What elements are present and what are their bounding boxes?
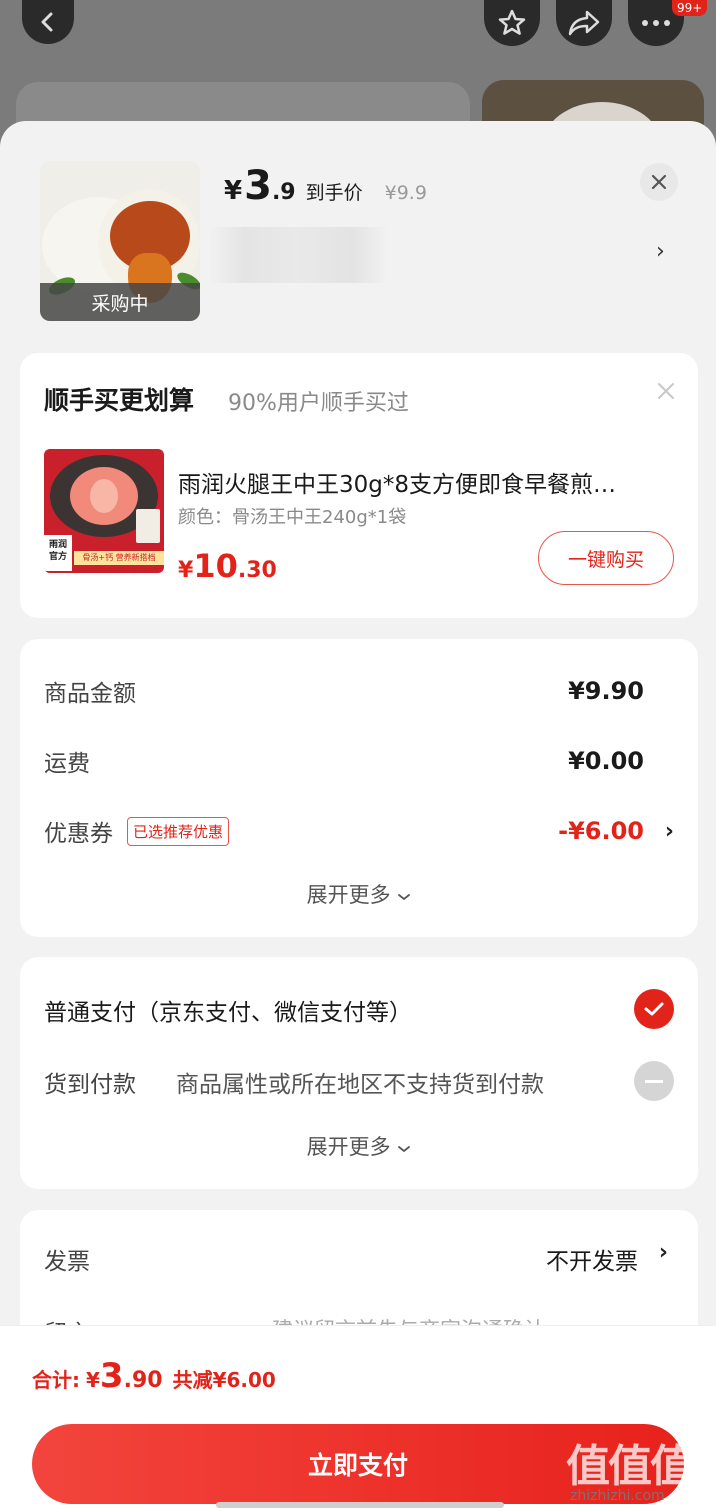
price-symbol: ¥ — [178, 558, 194, 583]
product-price: ¥ 3 .9 到手价 ¥9.9 — [224, 163, 427, 209]
watermark-logo: 值值值 — [566, 1441, 694, 1492]
coupon-row[interactable]: 优惠券 已选推荐优惠 -¥6.00 › — [44, 811, 674, 851]
total-saving: 共减¥6.00 — [172, 1368, 276, 1392]
recommend-subtitle: 90%用户顺手买过 — [228, 391, 409, 416]
price-symbol: ¥ — [224, 176, 243, 206]
check-icon — [644, 1002, 664, 1016]
share-icon — [568, 10, 600, 36]
invoice-label: 发票 — [44, 1249, 90, 1275]
expand-more-label: 展开更多 — [306, 1135, 391, 1159]
home-indicator — [216, 1502, 504, 1508]
total-integer: 3 — [99, 1356, 124, 1396]
goods-amount-row: 商品金额 ¥9.90 — [44, 671, 674, 711]
thumbnail-caption: 采购中 — [40, 283, 200, 321]
watermark-url: zhizhizhi.com — [570, 1488, 665, 1504]
recommend-item-image[interactable]: 雨润 官方 骨汤+钙 营养新搭档 — [44, 449, 164, 573]
more-dots-icon — [642, 20, 670, 26]
checkout-sheet: 采购中 ¥ 3 .9 到手价 ¥9.9 › 顺手买更划算 90%用户顺手买过 雨… — [0, 121, 716, 1512]
product-header: 采购中 ¥ 3 .9 到手价 ¥9.9 › — [0, 121, 716, 341]
chevron-down-icon — [398, 894, 411, 901]
close-icon — [651, 174, 667, 190]
image-brand-label: 雨润 官方 — [44, 535, 72, 571]
product-thumbnail[interactable]: 采购中 — [40, 161, 200, 321]
cod-note: 商品属性或所在地区不支持货到付款 — [176, 1072, 544, 1098]
blurred-product-info — [208, 227, 388, 283]
total-symbol: ¥ — [86, 1368, 100, 1392]
recommend-item-name[interactable]: 雨润火腿王中王30g*8支方便即食早餐煎… — [178, 465, 674, 499]
chevron-left-icon — [41, 12, 53, 32]
total-decimal: .90 — [123, 1368, 163, 1393]
image-strip-label: 骨汤+钙 营养新搭档 — [74, 551, 164, 565]
price-tag: 到手价 — [305, 182, 363, 204]
close-button[interactable] — [640, 163, 678, 201]
price-summary-card: 商品金额 ¥9.90 运费 ¥0.00 优惠券 已选推荐优惠 -¥6.00 › … — [20, 639, 698, 937]
normal-payment-radio[interactable] — [634, 989, 674, 1029]
recommend-item-spec: 颜色：骨汤王中王240g*1袋 — [178, 507, 407, 528]
recommend-item-price: ¥ 10 .30 — [178, 547, 277, 585]
cod-disabled-radio — [634, 1061, 674, 1101]
price-integer: 3 — [244, 163, 272, 209]
expand-more-button[interactable]: 展开更多 — [20, 879, 698, 909]
chevron-right-icon[interactable]: › — [656, 239, 665, 264]
notification-badge: 99+ — [672, 0, 708, 16]
goods-amount-value: ¥9.90 — [568, 677, 644, 705]
order-total: 合计: ¥ 3 .90 共减¥6.00 — [32, 1356, 276, 1396]
shipping-row: 运费 ¥0.00 — [44, 741, 674, 781]
price-decimal: .30 — [237, 558, 277, 583]
payment-expand-more-button[interactable]: 展开更多 — [20, 1131, 698, 1161]
coupon-tag: 已选推荐优惠 — [127, 816, 230, 846]
price-integer: 10 — [193, 547, 238, 585]
recommend-title: 顺手买更划算 — [44, 386, 195, 415]
cod-label: 货到付款 — [44, 1072, 136, 1098]
recommend-card: 顺手买更划算 90%用户顺手买过 雨润 官方 骨汤+钙 营养新搭档 雨润火腿王中王… — [20, 353, 698, 618]
one-click-buy-button[interactable]: 一键购买 — [538, 531, 674, 585]
goods-amount-label: 商品金额 — [44, 681, 136, 707]
invoice-value[interactable]: 不开发票 — [546, 1242, 638, 1276]
dismiss-icon[interactable] — [654, 379, 678, 403]
shipping-label: 运费 — [44, 751, 90, 777]
star-icon — [498, 9, 526, 35]
shipping-value: ¥0.00 — [568, 747, 644, 775]
coupon-label: 优惠券 — [44, 821, 113, 847]
expand-more-label: 展开更多 — [306, 883, 391, 907]
payment-method-card: 普通支付（京东支付、微信支付等） 货到付款 商品属性或所在地区不支持货到付款 展… — [20, 957, 698, 1189]
total-label: 合计: — [32, 1368, 80, 1392]
chevron-down-icon — [398, 1146, 411, 1153]
bottom-bar: 合计: ¥ 3 .90 共减¥6.00 立即支付 值值值 zhizhizhi.c… — [0, 1325, 716, 1512]
original-price: ¥9.9 — [384, 182, 427, 204]
normal-payment-label[interactable]: 普通支付（京东支付、微信支付等） — [44, 993, 412, 1027]
coupon-value: -¥6.00 — [558, 817, 644, 845]
chevron-right-icon[interactable]: › — [659, 1240, 668, 1265]
chevron-right-icon: › — [664, 818, 674, 844]
price-decimal: .9 — [271, 180, 296, 205]
